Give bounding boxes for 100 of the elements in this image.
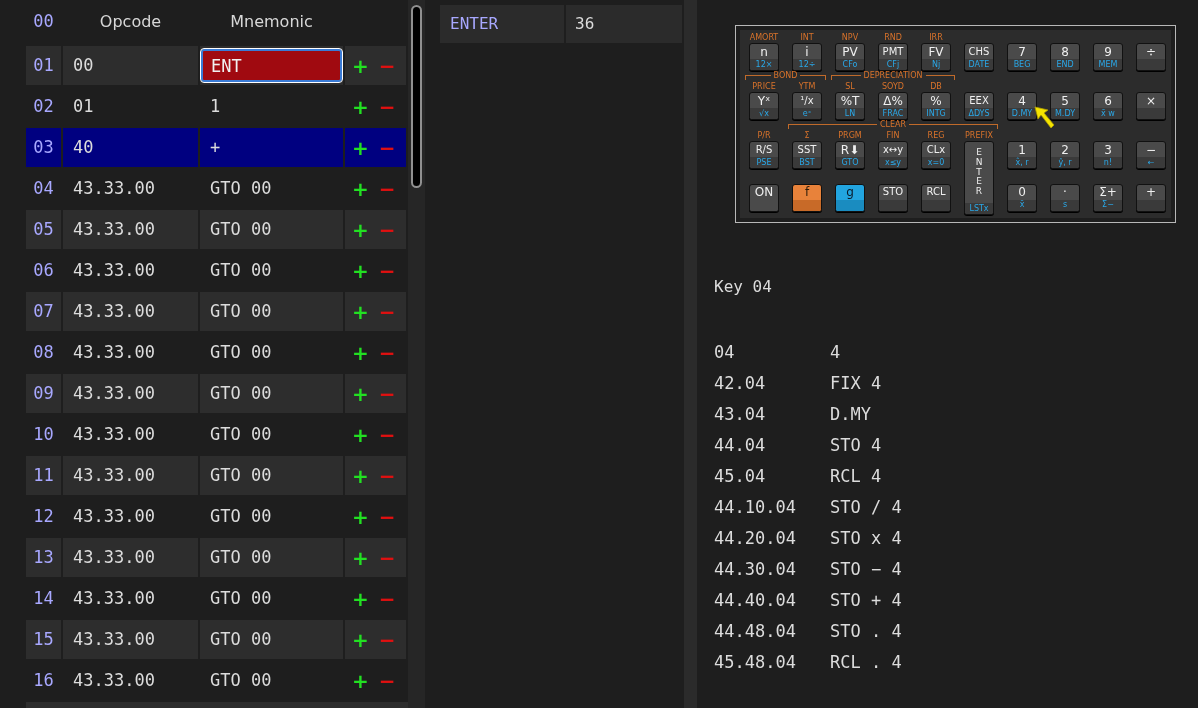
add-row-button[interactable]: + <box>351 178 370 199</box>
opcode-cell: 40 <box>63 128 198 167</box>
calculator-key[interactable]: f <box>792 183 822 212</box>
calculator-key[interactable]: SST BST <box>792 141 822 169</box>
mnemonic-cell-text: + <box>209 135 221 159</box>
add-row-button[interactable]: + <box>351 547 370 568</box>
add-row-button[interactable]: + <box>351 137 370 158</box>
key-code-text: 45.04 <box>714 464 767 488</box>
row-number: 15 <box>26 620 61 659</box>
key-code-text: 42.04 <box>714 371 767 395</box>
calculator-key[interactable]: 0 x̄ <box>1007 183 1037 212</box>
calculator-key[interactable]: 4 D.MY <box>1007 92 1037 120</box>
calculator-key[interactable]: 7 BEG <box>1007 43 1037 71</box>
calculator-key[interactable]: R⬇ GTO <box>835 141 865 169</box>
calculator-key[interactable]: ON <box>749 183 779 212</box>
calculator-key[interactable]: 1 x̂, r <box>1007 141 1037 169</box>
opcode-cell-text: 43.33.00 <box>72 422 156 446</box>
calculator-key[interactable]: ¹/x eˣ <box>792 92 822 120</box>
calculator-key[interactable]: · s <box>1050 183 1080 212</box>
row-number: 02 <box>32 94 55 118</box>
add-row-button[interactable]: + <box>351 219 370 240</box>
calculator-key[interactable]: Σ+ Σ− <box>1093 183 1123 212</box>
key-shift-label: NPV <box>841 34 859 42</box>
calculator-key[interactable]: Yˣ √x <box>749 92 779 120</box>
calculator-key[interactable]: × <box>1136 92 1166 120</box>
calculator-key[interactable]: 9 MEM <box>1093 43 1123 71</box>
key-shift-label: SOYD <box>882 83 904 91</box>
calculator-key[interactable]: 8 END <box>1050 43 1080 71</box>
calculator-key[interactable]: RCL <box>921 183 951 212</box>
calculator-key[interactable]: + <box>1136 183 1166 212</box>
opcode-cell: 43.33.00 <box>63 374 198 413</box>
key-group-bracket: BOND <box>745 71 826 81</box>
key-mnemonic-text: STO − 4 <box>830 557 902 581</box>
calculator-key[interactable]: R/S PSE <box>749 141 779 169</box>
column-header: Mnemonic <box>229 11 314 33</box>
add-row-button[interactable]: + <box>351 424 370 445</box>
opcode-cell: 43.33.00 <box>63 620 198 659</box>
key-mnemonic-text: STO x 4 <box>830 526 902 550</box>
calculator-key[interactable]: PV CFo <box>835 43 865 71</box>
mnemonic-cell-text: GTO 00 <box>209 258 272 282</box>
calculator-key[interactable]: g <box>835 183 865 212</box>
key-mnemonic-text: STO / 4 <box>830 495 902 519</box>
calculator-key[interactable]: CLx x=0 <box>921 141 951 169</box>
calculator-key[interactable]: CHS DATE <box>964 43 994 71</box>
add-row-button[interactable]: + <box>351 588 370 609</box>
key-shift-label: SL <box>845 83 855 91</box>
row-number: 12 <box>32 504 55 528</box>
mnemonic-cell-text: 1 <box>209 94 221 118</box>
row-number: 16 <box>32 668 55 692</box>
key-code-text: 44.04 <box>714 433 767 457</box>
calculator-key[interactable]: − ← <box>1136 141 1166 169</box>
calculator-key[interactable]: 2 ŷ, r <box>1050 141 1080 169</box>
add-row-button[interactable]: + <box>351 55 370 76</box>
add-row-button[interactable]: + <box>351 629 370 650</box>
calculator-key[interactable]: EEX ΔDYS <box>964 92 994 120</box>
add-row-button[interactable]: + <box>351 383 370 404</box>
mnemonic-cell-text: GTO 00 <box>209 545 272 569</box>
calculator-key[interactable]: ÷ <box>1136 43 1166 71</box>
header-index: 00 <box>32 10 55 34</box>
calculator-key[interactable]: % INTG <box>921 92 951 120</box>
add-row-button[interactable]: + <box>351 260 370 281</box>
calculator-key[interactable]: i 12÷ <box>792 43 822 71</box>
pointer-arrow-icon <box>1034 106 1056 130</box>
mnemonic-cell-text: GTO 00 <box>209 504 272 528</box>
mnemonic-cell-text: GTO 00 <box>209 668 272 692</box>
calculator-key[interactable]: 3 n! <box>1093 141 1123 169</box>
add-row-button[interactable]: + <box>351 465 370 486</box>
add-row-button[interactable]: + <box>351 342 370 363</box>
calculator-key[interactable]: 6 x̄ w <box>1093 92 1123 120</box>
key-shift-label: REG <box>927 132 945 140</box>
opcode-cell-text: 43.33.00 <box>72 504 156 528</box>
calculator-key[interactable]: %T LN <box>835 92 865 120</box>
mnemonic-cell-text: GTO 00 <box>209 299 272 323</box>
key-code-cell: 36 <box>566 5 682 43</box>
calculator-key[interactable]: FV Nj <box>921 43 951 71</box>
opcode-cell-text: 43.33.00 <box>72 176 156 200</box>
mnemonic-input[interactable]: ENT <box>201 49 342 82</box>
add-row-button[interactable]: + <box>351 301 370 322</box>
add-row-button[interactable]: + <box>351 96 370 117</box>
key-shift-label: FIN <box>886 132 900 140</box>
scrollbar-thumb[interactable] <box>411 5 422 188</box>
calculator-key[interactable]: ENTER LSTx <box>964 141 994 215</box>
key-group-bracket: CLEAR <box>788 120 998 130</box>
add-row-button[interactable]: + <box>351 670 370 691</box>
key-mnemonic-text: STO + 4 <box>830 588 902 612</box>
calculator-key[interactable]: n 12× <box>749 43 779 71</box>
key-shift-label: PREFIX <box>965 132 993 140</box>
mnemonic-cell-text: GTO 00 <box>209 422 272 446</box>
opcode-cell: 43.33.00 <box>63 210 198 249</box>
calculator-key[interactable]: PMT CFj <box>878 43 908 71</box>
calculator-key[interactable]: Δ% FRAC <box>878 92 908 120</box>
calculator-key[interactable]: STO <box>878 183 908 212</box>
key-code-text: 44.40.04 <box>714 588 797 612</box>
calculator-key[interactable]: 5 M.DY <box>1050 92 1080 120</box>
key-mnemonic-text: RCL . 4 <box>830 650 902 674</box>
calculator-key[interactable]: x↔y x≤y <box>878 141 908 169</box>
key-shift-label: PRICE <box>752 83 776 91</box>
add-row-button[interactable]: + <box>351 506 370 527</box>
key-shift-label: Σ <box>804 132 810 140</box>
key-mnemonic-text: 4 <box>830 340 841 364</box>
